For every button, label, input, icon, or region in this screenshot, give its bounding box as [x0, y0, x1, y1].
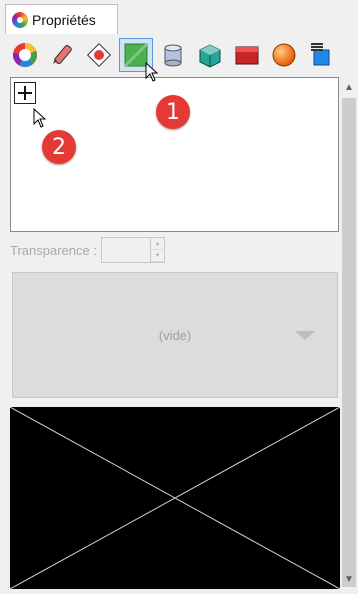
- decal-button[interactable]: [82, 38, 116, 72]
- box-button[interactable]: [193, 38, 227, 72]
- box-shape-icon: [199, 44, 221, 68]
- properties-icon: [12, 11, 28, 28]
- tab-proprietes[interactable]: Propriétés: [5, 4, 118, 34]
- vertical-scrollbar[interactable]: ▲ ▼: [340, 76, 358, 589]
- chevron-down-icon: [295, 331, 315, 340]
- paint-pencil-icon: [53, 44, 72, 65]
- empty-preview-cross-icon: [9, 406, 341, 590]
- paint-button[interactable]: [45, 38, 79, 72]
- red-box-button[interactable]: [230, 38, 264, 72]
- red-box-icon: [235, 46, 259, 65]
- layers-icon: [311, 43, 330, 66]
- step-badge-1: 1: [156, 95, 190, 129]
- add-button[interactable]: [14, 82, 36, 104]
- mouse-cursor-icon: [33, 108, 47, 128]
- sphere-shape-icon: [272, 43, 296, 67]
- cylinder-button[interactable]: [156, 38, 190, 72]
- preview-area: [9, 406, 341, 590]
- layers-button[interactable]: [304, 38, 338, 72]
- tab-label: Propriétés: [32, 11, 96, 28]
- spin-up-icon[interactable]: ▲: [150, 238, 164, 250]
- spin-down-icon[interactable]: ▼: [150, 250, 164, 262]
- dropdown-value: (vide): [158, 327, 192, 343]
- step-badge-2: 2: [42, 130, 76, 164]
- scroll-up-icon[interactable]: ▲: [342, 80, 356, 94]
- decal-icon: [86, 42, 112, 68]
- plus-icon: [18, 86, 32, 100]
- transparency-label: Transparence :: [10, 242, 97, 258]
- scroll-thumb[interactable]: [342, 98, 356, 587]
- material-dropdown[interactable]: (vide): [12, 272, 338, 398]
- color-wheel-button[interactable]: [8, 38, 42, 72]
- color-wheel-icon: [12, 43, 37, 67]
- mouse-cursor-icon: [145, 62, 159, 82]
- transparency-row: Transparence : ▲ ▼: [10, 236, 340, 264]
- cylinder-shape-icon: [164, 44, 182, 67]
- scroll-down-icon[interactable]: ▼: [342, 572, 356, 586]
- transparency-spinner[interactable]: ▲ ▼: [100, 237, 165, 263]
- toolbar: [8, 38, 338, 72]
- sphere-button[interactable]: [267, 38, 301, 72]
